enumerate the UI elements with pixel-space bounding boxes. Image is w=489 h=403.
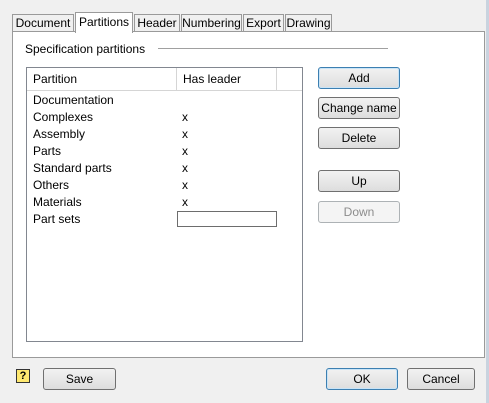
partition-cell: Parts — [33, 144, 62, 158]
ok-button[interactable]: OK — [326, 368, 398, 390]
cancel-button[interactable]: Cancel — [407, 368, 475, 390]
has-leader-edit-cell[interactable] — [177, 211, 277, 227]
tab-numbering[interactable]: Numbering — [181, 14, 242, 32]
down-button: Down — [318, 201, 400, 223]
tab-drawing[interactable]: Drawing — [285, 14, 332, 32]
tab-header[interactable]: Header — [134, 14, 180, 32]
column-header-partition[interactable]: Partition — [27, 68, 177, 90]
leader-cell: x — [182, 161, 188, 175]
change-name-button[interactable]: Change name — [318, 97, 400, 119]
partition-cell: Assembly — [33, 127, 86, 141]
grid-header: Partition Has leader — [27, 68, 302, 91]
tab-partitions[interactable]: Partitions — [75, 12, 133, 33]
group-title: Specification partitions — [25, 42, 146, 56]
partitions-panel: Specification partitions Partition Has l… — [12, 31, 485, 358]
leader-cell: x — [182, 144, 188, 158]
delete-button[interactable]: Delete — [318, 127, 400, 149]
leader-cell: x — [182, 127, 188, 141]
help-book-icon[interactable]: ? — [16, 369, 30, 383]
partition-cell: Materials — [33, 195, 82, 209]
table-row[interactable]: Complexes x — [27, 109, 302, 126]
table-row[interactable]: Assembly x — [27, 126, 302, 143]
table-row[interactable]: Materials x — [27, 194, 302, 211]
table-row[interactable]: Others x — [27, 177, 302, 194]
column-header-has-leader[interactable]: Has leader — [177, 68, 277, 90]
leader-cell: x — [182, 178, 188, 192]
save-button[interactable]: Save — [43, 368, 116, 390]
add-button[interactable]: Add — [318, 67, 400, 89]
tab-export[interactable]: Export — [243, 14, 284, 32]
table-row[interactable]: Standard parts x — [27, 160, 302, 177]
table-row[interactable]: Documentation — [27, 92, 302, 109]
leader-cell: x — [182, 110, 188, 124]
leader-cell: x — [182, 195, 188, 209]
partitions-grid[interactable]: Partition Has leader Documentation Compl… — [26, 67, 303, 342]
partition-cell: Documentation — [33, 93, 114, 107]
group-separator — [158, 48, 388, 49]
table-row[interactable]: Part sets — [27, 211, 302, 228]
partition-cell: Complexes — [33, 110, 94, 124]
up-button[interactable]: Up — [318, 170, 400, 192]
tab-document[interactable]: Document — [12, 14, 74, 32]
partition-cell: Others — [33, 178, 70, 192]
partition-cell: Standard parts — [33, 161, 112, 175]
partition-cell: Part sets — [33, 212, 81, 226]
table-row[interactable]: Parts x — [27, 143, 302, 160]
